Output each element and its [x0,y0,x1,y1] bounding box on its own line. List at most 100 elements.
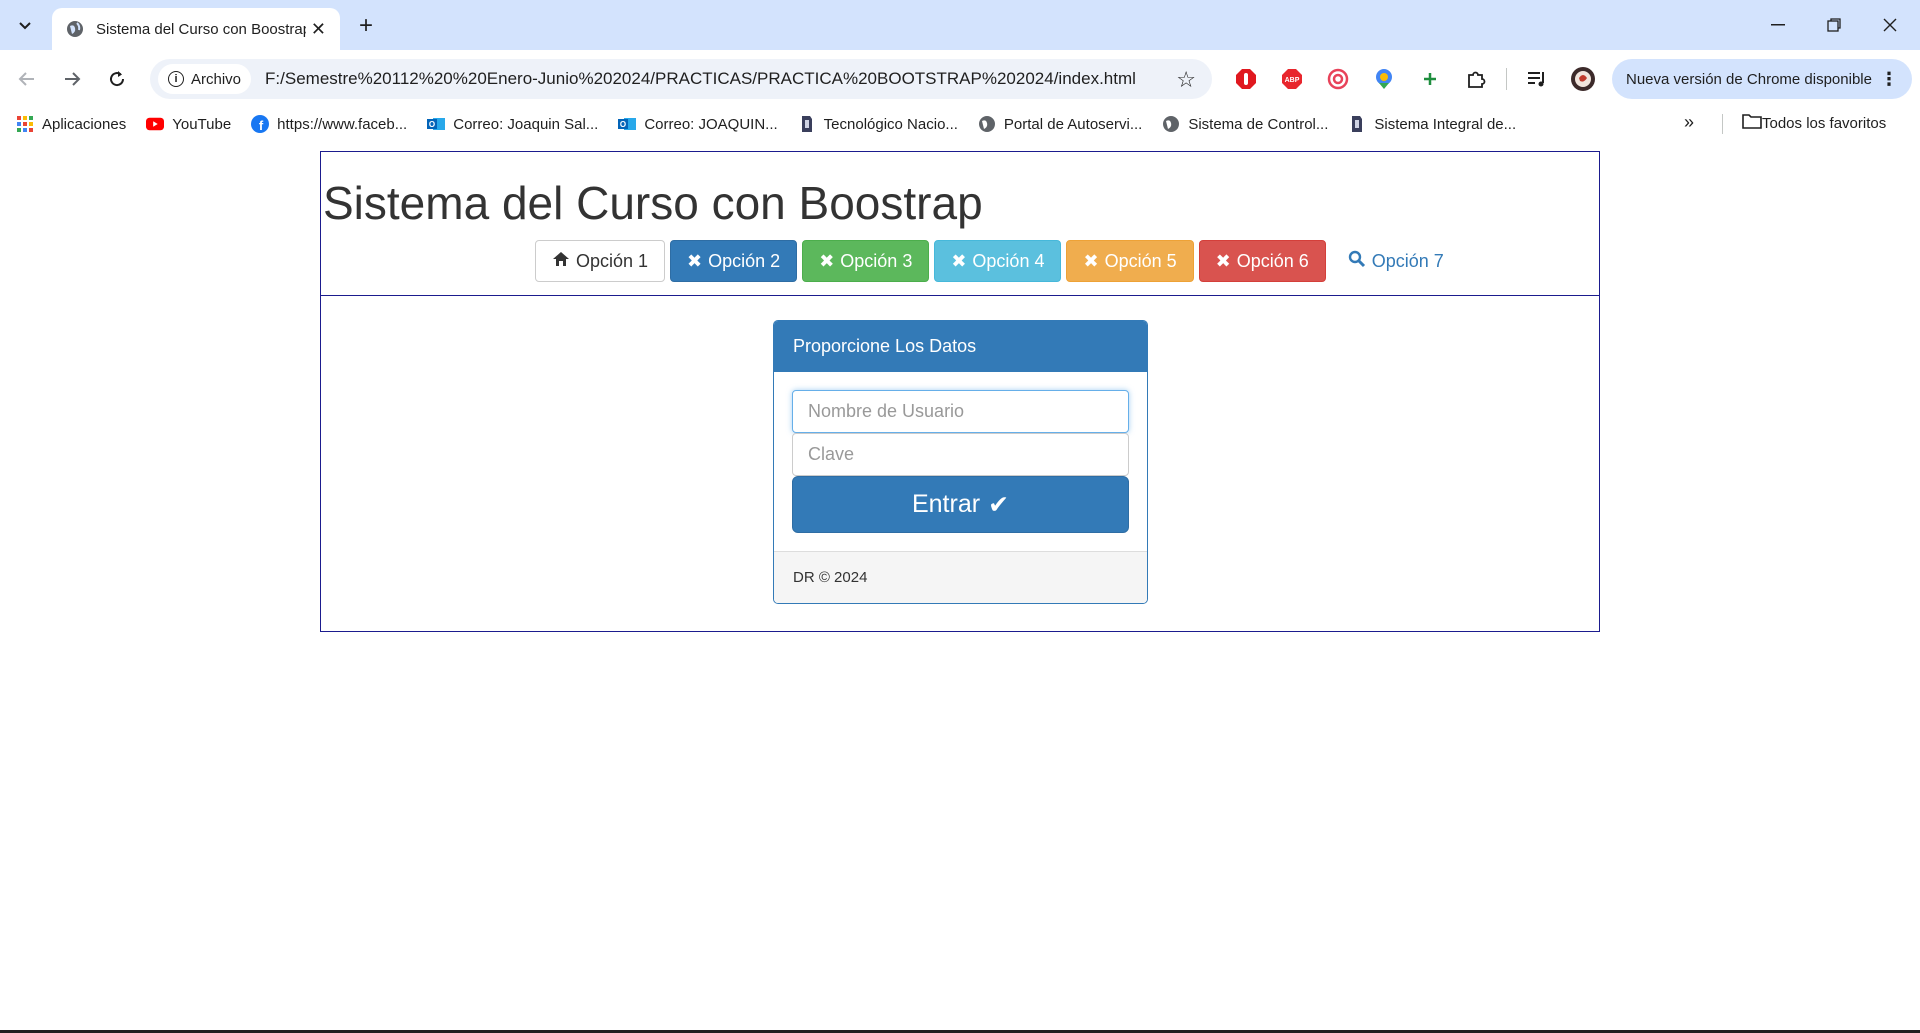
url-text[interactable]: F:/Semestre%20112%20%20Enero-Junio%20202… [265,69,1136,89]
button-label: Opción 3 [840,250,913,271]
search-icon [1348,250,1366,273]
apps-grid-icon [16,115,34,133]
bookmark-label: Correo: Joaquin Sal... [453,115,599,133]
opcion-1-button[interactable]: Opción 1 [535,240,666,282]
button-label: Opción 1 [576,250,649,271]
globe-icon [1162,115,1180,133]
new-tab-button[interactable]: + [352,12,380,40]
opcion-4-button[interactable]: ✖ Opción 4 [934,240,1062,282]
bookmark-correo-2[interactable]: O Correo: JOAQUIN... [618,115,778,133]
tab-search-chevron-icon[interactable] [8,8,42,42]
reload-icon[interactable] [100,62,134,96]
chrome-update-button[interactable]: Nueva versión de Chrome disponible ⋮ [1612,59,1912,99]
browser-toolbar: i Archivo F:/Semestre%20112%20%20Enero-J… [0,50,1920,108]
remove-icon: ✖ [819,250,835,271]
opera-adblock-icon[interactable] [1230,63,1262,95]
bookmark-star-icon[interactable]: ☆ [1176,67,1196,93]
browser-tabstrip: Sistema del Curso con Boostrap ✕ + [0,0,1920,50]
password-input[interactable]: Clave [792,433,1129,476]
plus-extension-icon[interactable] [1414,63,1446,95]
opcion-2-button[interactable]: ✖ Opción 2 [670,240,798,282]
close-window-icon[interactable] [1862,0,1918,50]
all-bookmarks-folder[interactable]: Todos los favoritos [1742,113,1886,133]
entrar-button[interactable]: Entrar ✔ [792,476,1129,533]
web-page: Sistema del Curso con Boostrap Opción 1 … [0,140,1920,1033]
all-bookmarks-label: Todos los favoritos [1762,114,1887,132]
update-label: Nueva versión de Chrome disponible [1626,70,1872,88]
tecnm-icon [798,115,816,133]
page-title: Sistema del Curso con Boostrap [323,177,983,229]
bookmark-label: Sistema de Control... [1188,115,1329,133]
button-label: Opción 7 [1371,250,1444,271]
bookmark-tecnologico[interactable]: Tecnológico Nacio... [798,115,958,133]
forward-icon[interactable] [55,62,89,96]
more-bookmarks-chevron-icon[interactable]: » [1684,112,1694,133]
bookmark-youtube[interactable]: YouTube [146,115,231,133]
profile-avatar-icon[interactable] [1567,63,1599,95]
button-label: Opción 2 [708,250,781,271]
facebook-icon: f [251,115,270,133]
site-header: Sistema del Curso con Boostrap Opción 1 … [320,151,1600,296]
username-placeholder: Nombre de Usuario [808,401,965,421]
bookmark-sistema-integral[interactable]: Sistema Integral de... [1348,115,1516,133]
button-label: Opción 5 [1104,250,1177,271]
globe-icon [978,115,996,133]
bookmark-aplicaciones[interactable]: Aplicaciones [16,115,126,133]
button-label: Opción 6 [1236,250,1309,271]
svg-text:O: O [620,120,626,129]
panel-heading: Proporcione Los Datos [774,321,1147,372]
login-panel: Proporcione Los Datos Nombre de Usuario … [773,320,1148,604]
remove-icon: ✖ [687,250,703,271]
site-info-chip[interactable]: i Archivo [158,64,252,94]
site-info-label: Archivo [191,70,242,88]
bookmarks-separator [1722,114,1723,134]
opcion-6-button[interactable]: ✖ Opción 6 [1198,240,1326,282]
active-tab[interactable]: Sistema del Curso con Boostrap ✕ [52,8,340,50]
bookmarks-bar: Aplicaciones YouTube f https://www.faceb… [0,108,1920,140]
folder-icon [1742,113,1762,133]
target-extension-icon[interactable] [1322,63,1354,95]
username-input[interactable]: Nombre de Usuario [792,390,1129,433]
home-icon [552,251,570,272]
youtube-icon [146,115,165,133]
extensions-area: ABP [1230,63,1599,95]
maps-extension-icon[interactable] [1368,63,1400,95]
opcion-5-button[interactable]: ✖ Opción 5 [1066,240,1194,282]
panel-footer: DR © 2024 [774,551,1147,603]
bookmark-label: Correo: JOAQUIN... [644,115,778,133]
bookmark-label: Portal de Autoservi... [1003,115,1143,133]
nav-button-group: Opción 1 ✖ Opción 2 ✖ Opción 3 ✖ Opción … [535,240,1461,282]
svg-text:f: f [259,118,264,133]
entrar-label: Entrar [911,490,981,518]
remove-icon: ✖ [1215,250,1231,271]
toolbar-separator [1506,68,1507,90]
svg-text:O: O [429,120,435,129]
back-icon[interactable] [10,62,44,96]
restore-icon[interactable] [1806,0,1862,50]
svg-text:ABP: ABP [1285,77,1300,84]
bookmark-correo-1[interactable]: O Correo: Joaquin Sal... [427,115,598,133]
address-bar[interactable]: i Archivo F:/Semestre%20112%20%20Enero-J… [150,59,1212,99]
tab-title: Sistema del Curso con Boostrap [96,20,306,38]
more-menu-icon[interactable]: ⋮ [1880,69,1898,90]
extensions-puzzle-icon[interactable] [1460,63,1492,95]
checkmark-icon: ✔ [988,490,1010,519]
bookmark-facebook[interactable]: f https://www.faceb... [251,115,407,133]
bookmark-label: YouTube [172,115,232,133]
minimize-icon[interactable] [1750,0,1806,50]
outlook-icon: O [618,115,637,133]
opcion-3-button[interactable]: ✖ Opción 3 [802,240,930,282]
bookmark-sistema-control[interactable]: Sistema de Control... [1162,115,1328,133]
opcion-7-button[interactable]: Opción 7 [1331,240,1461,282]
bookmark-label: Tecnológico Nacio... [823,115,958,133]
adblock-plus-icon[interactable]: ABP [1276,63,1308,95]
globe-favicon-icon [67,21,83,37]
tab-close-icon[interactable]: ✕ [311,19,326,40]
bookmark-label: https://www.faceb... [277,115,408,133]
bookmark-portal[interactable]: Portal de Autoservi... [978,115,1142,133]
remove-icon: ✖ [951,250,967,271]
outlook-icon: O [427,115,446,133]
media-queue-icon[interactable] [1521,63,1553,95]
password-placeholder: Clave [808,444,855,464]
button-label: Opción 4 [972,250,1045,271]
